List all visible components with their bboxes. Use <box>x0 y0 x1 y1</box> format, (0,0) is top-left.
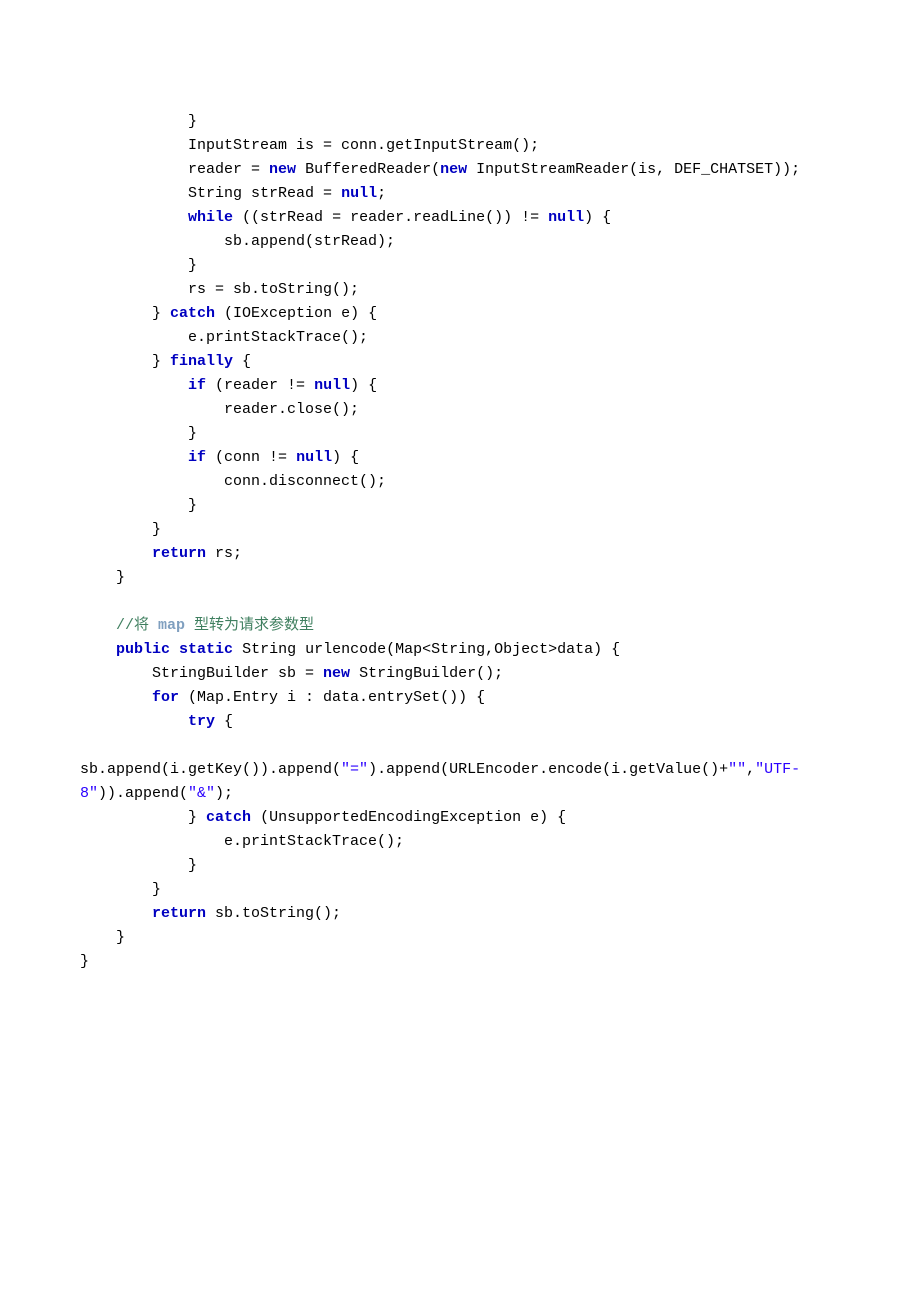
code-block: } InputStream is = conn.getInputStream()… <box>80 110 840 974</box>
document-page: } InputStream is = conn.getInputStream()… <box>0 0 920 1302</box>
